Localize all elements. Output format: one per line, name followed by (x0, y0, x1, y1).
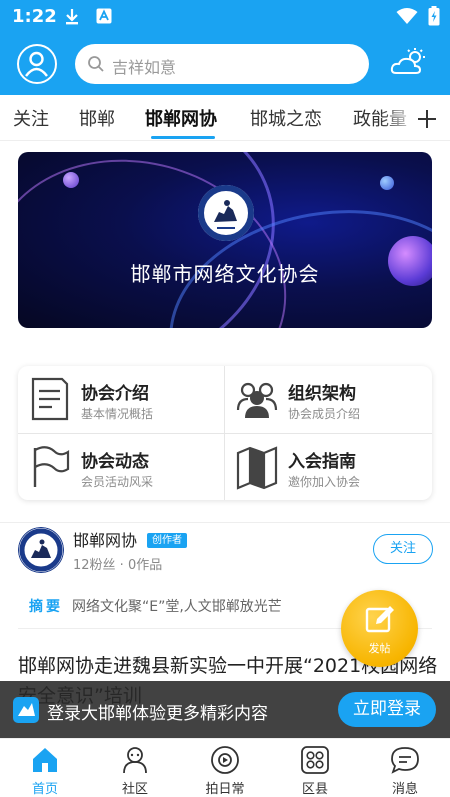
login-button[interactable]: 立即登录 (338, 692, 436, 727)
grid-item-title: 入会指南 (288, 452, 356, 472)
app-notification-icon (96, 8, 112, 24)
nav-community[interactable]: 社区 (90, 739, 180, 797)
author-name[interactable]: 邯郸网协 (73, 527, 137, 551)
summary-text: 网络文化聚“E”堂,人文邯郸放光芒 (72, 599, 282, 615)
banner-orb (380, 176, 394, 190)
user-icon (25, 51, 48, 77)
login-prompt-text: 登录大邯郸体验更多精彩内容 (47, 704, 268, 724)
search-icon (88, 56, 104, 72)
fab-label: 发帖 (368, 642, 391, 655)
summary-label: 摘要 (29, 599, 63, 615)
search-bar[interactable]: 吉祥如意 (75, 44, 369, 84)
grid-item-subtitle: 邀你加入协会 (288, 475, 361, 489)
nav-messages[interactable]: 消息 (360, 739, 450, 797)
grid-item-subtitle: 协会成员介绍 (288, 407, 361, 421)
grid-item-title: 协会动态 (81, 452, 149, 472)
app-logo-icon (13, 697, 39, 723)
nav-label: 消息 (391, 782, 418, 797)
author-stats: 12粉丝 · 0作品 (73, 558, 163, 573)
organization-icon (236, 382, 278, 418)
grid-item-join-guide[interactable]: 入会指南 邀你加入协会 (225, 434, 431, 501)
section-divider (0, 522, 450, 523)
battery-icon (428, 6, 440, 26)
grid-item-structure[interactable]: 组织架构 协会成员介绍 (225, 366, 431, 433)
document-icon (31, 377, 69, 421)
creator-badge: 创作者 (147, 533, 187, 548)
nav-label: 区县 (301, 782, 328, 797)
camera-icon (211, 746, 239, 774)
tab-handan[interactable]: 邯郸 (79, 105, 115, 131)
grid-item-subtitle: 基本情况概括 (81, 407, 154, 421)
association-banner[interactable]: 邯郸市网络文化协会 (18, 152, 432, 328)
community-icon (123, 747, 147, 774)
tab-handan-love[interactable]: 邯城之恋 (250, 105, 322, 131)
grid-item-subtitle: 会员活动风采 (81, 475, 154, 489)
grid-item-news[interactable]: 协会动态 会员活动风采 (18, 434, 224, 501)
nav-home[interactable]: 首页 (0, 739, 90, 797)
map-guide-icon (236, 446, 278, 490)
status-time: 1:22 (12, 6, 57, 27)
home-icon (33, 748, 57, 772)
grid-icon (301, 746, 329, 774)
search-placeholder: 吉祥如意 (112, 58, 177, 77)
add-channel-icon[interactable] (416, 108, 438, 130)
tab-follow[interactable]: 关注 (13, 105, 49, 131)
feature-grid: 协会介绍 基本情况概括 组织架构 协会成员介绍 协会动态 会员活动风采 入会指南… (18, 366, 432, 500)
banner-orb (63, 172, 79, 188)
nav-label: 首页 (31, 782, 58, 797)
active-tab-indicator (151, 136, 215, 139)
download-icon (66, 9, 78, 25)
tab-handan-network-association[interactable]: 邯郸网协 (145, 105, 217, 131)
weather-icon[interactable] (390, 47, 428, 79)
nav-county[interactable]: 区县 (270, 739, 360, 797)
login-prompt-bar: 登录大邯郸体验更多精彩内容 立即登录 (0, 681, 450, 738)
user-avatar-button[interactable] (17, 44, 57, 84)
banner-title: 邯郸市网络文化协会 (130, 262, 320, 286)
tabs-fade (380, 95, 420, 139)
nav-label: 社区 (121, 782, 148, 797)
nav-label: 拍日常 (205, 782, 245, 797)
grid-item-title: 协会介绍 (81, 384, 149, 404)
message-icon (391, 747, 419, 774)
wifi-icon (396, 8, 418, 24)
follow-button[interactable]: 关注 (373, 534, 433, 564)
edit-icon (365, 606, 394, 633)
association-logo (198, 185, 254, 241)
nav-daily[interactable]: 拍日常 (180, 739, 270, 797)
grid-item-title: 组织架构 (288, 384, 356, 404)
status-bar: 1:22 (0, 0, 450, 32)
post-fab-button[interactable]: 发帖 (341, 590, 418, 667)
flag-icon (33, 446, 70, 487)
channel-tabs: 关注 邯郸 邯郸网协 邯城之恋 政能量 (0, 95, 450, 141)
bottom-nav: 首页 社区 拍日常 区县 消息 (0, 738, 450, 797)
grid-item-intro[interactable]: 协会介绍 基本情况概括 (18, 366, 224, 433)
author-avatar[interactable] (18, 527, 64, 573)
